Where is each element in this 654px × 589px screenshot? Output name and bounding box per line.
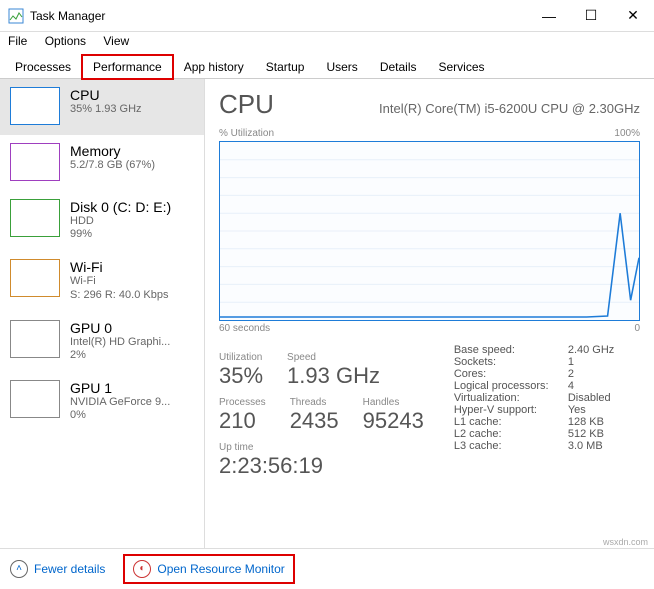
resource-monitor-icon: ◐ [133, 560, 151, 578]
sidebar-item-cpu[interactable]: CPU35% 1.93 GHz [0, 79, 204, 135]
tab-services[interactable]: Services [428, 55, 496, 79]
tabs: Processes Performance App history Startu… [0, 54, 654, 79]
cpu-utilization-chart[interactable] [219, 141, 640, 321]
menubar: File Options View [0, 32, 654, 54]
main-panel: CPU Intel(R) Core(TM) i5-6200U CPU @ 2.3… [205, 79, 654, 548]
tab-performance[interactable]: Performance [82, 55, 173, 79]
titlebar: Task Manager — ☐ ✕ [0, 0, 654, 32]
memory-thumb-icon [10, 143, 60, 181]
utilization-value: 35% [219, 363, 263, 389]
gpu0-thumb-icon [10, 320, 60, 358]
window-title: Task Manager [30, 9, 528, 23]
menu-options[interactable]: Options [45, 34, 86, 48]
open-resource-monitor-link[interactable]: ◐ Open Resource Monitor [133, 560, 284, 578]
footer: ˄ Fewer details ◐ Open Resource Monitor [0, 548, 654, 588]
cpu-model: Intel(R) Core(TM) i5-6200U CPU @ 2.30GHz [379, 101, 640, 116]
fewer-details-button[interactable]: ˄ Fewer details [10, 560, 105, 578]
disk-thumb-icon [10, 199, 60, 237]
close-button[interactable]: ✕ [612, 0, 654, 32]
sidebar-item-wifi[interactable]: Wi-FiWi-FiS: 296 R: 40.0 Kbps [0, 251, 204, 311]
gpu1-thumb-icon [10, 380, 60, 418]
tab-app-history[interactable]: App history [173, 55, 255, 79]
threads-value: 2435 [290, 408, 339, 434]
processes-value: 210 [219, 408, 266, 434]
speed-value: 1.93 GHz [287, 363, 380, 389]
page-title: CPU [219, 89, 274, 120]
menu-file[interactable]: File [8, 34, 27, 48]
wifi-thumb-icon [10, 259, 60, 297]
tab-details[interactable]: Details [369, 55, 428, 79]
sidebar-item-gpu1[interactable]: GPU 1NVIDIA GeForce 9...0% [0, 372, 204, 432]
sidebar-item-disk[interactable]: Disk 0 (C: D: E:)HDD99% [0, 191, 204, 251]
app-icon [8, 8, 24, 24]
menu-view[interactable]: View [103, 34, 129, 48]
tab-processes[interactable]: Processes [4, 55, 82, 79]
sidebar: CPU35% 1.93 GHz Memory5.2/7.8 GB (67%) D… [0, 79, 205, 548]
minimize-button[interactable]: — [528, 0, 570, 32]
sidebar-item-memory[interactable]: Memory5.2/7.8 GB (67%) [0, 135, 204, 191]
chevron-up-icon: ˄ [10, 560, 28, 578]
handles-value: 95243 [363, 408, 424, 434]
uptime-value: 2:23:56:19 [219, 453, 424, 479]
tab-users[interactable]: Users [315, 55, 368, 79]
maximize-button[interactable]: ☐ [570, 0, 612, 32]
tab-startup[interactable]: Startup [255, 55, 316, 79]
watermark: wsxdn.com [603, 537, 648, 547]
cpu-specs: Base speed:2.40 GHz Sockets:1 Cores:2 Lo… [454, 344, 614, 479]
sidebar-item-gpu0[interactable]: GPU 0Intel(R) HD Graphi...2% [0, 312, 204, 372]
cpu-thumb-icon [10, 87, 60, 125]
